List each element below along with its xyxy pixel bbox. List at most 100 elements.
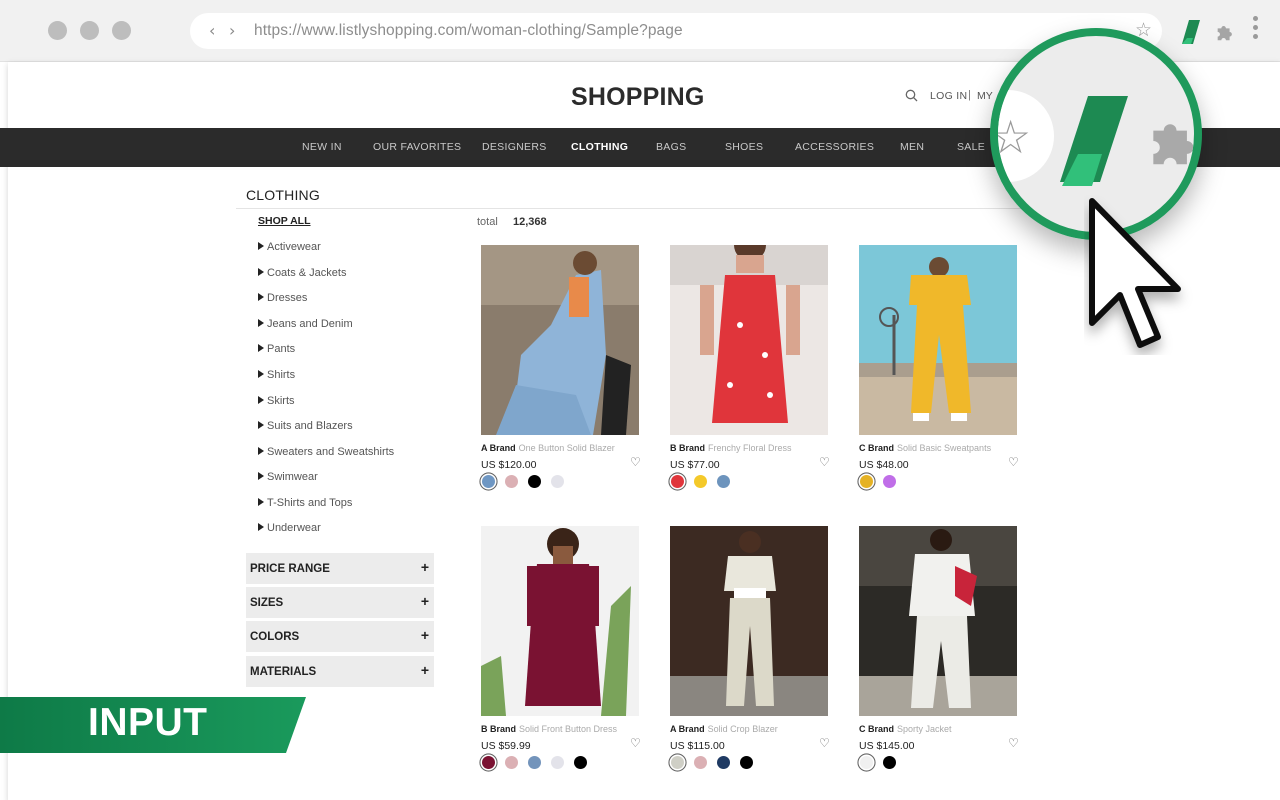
color-swatch[interactable]: [551, 475, 564, 488]
filter-materials[interactable]: MATERIALS +: [246, 656, 434, 687]
subcategory-coats-jackets[interactable]: Coats & Jackets: [258, 267, 346, 279]
extensions-puzzle-icon[interactable]: [1214, 21, 1236, 43]
color-swatch[interactable]: [883, 756, 896, 769]
subcategory-activewear[interactable]: Activewear: [258, 241, 321, 253]
color-swatch[interactable]: [860, 475, 873, 488]
nav-item-shoes[interactable]: SHOES: [725, 141, 763, 153]
color-swatch[interactable]: [671, 756, 684, 769]
color-swatch[interactable]: [505, 756, 518, 769]
nav-item-our-favorites[interactable]: OUR FAVORITES: [373, 141, 461, 153]
filter-price-range[interactable]: PRICE RANGE +: [246, 553, 434, 584]
nav-item-bags[interactable]: BAGS: [656, 141, 686, 153]
listly-extension-icon[interactable]: [1182, 20, 1200, 44]
url-text[interactable]: https://www.listlyshopping.com/woman-clo…: [254, 22, 683, 40]
color-swatches: [671, 756, 763, 769]
product-image[interactable]: [670, 526, 828, 716]
shop-all-link[interactable]: SHOP ALL: [258, 215, 311, 227]
filter-sizes[interactable]: SIZES +: [246, 587, 434, 618]
color-swatch[interactable]: [482, 475, 495, 488]
caret-right-icon: [258, 344, 264, 353]
color-swatch[interactable]: [551, 756, 564, 769]
nav-item-sale[interactable]: SALE: [957, 141, 985, 153]
wishlist-heart-icon[interactable]: ♡: [630, 736, 641, 750]
product-price: US $115.00: [670, 740, 725, 752]
product-image[interactable]: [670, 245, 828, 435]
product-title[interactable]: B Brand Solid Front Button Dress: [481, 724, 641, 734]
header-separator: |: [968, 89, 971, 101]
product-title[interactable]: C Brand Sporty Jacket: [859, 724, 1019, 734]
subcategory-dresses[interactable]: Dresses: [258, 292, 307, 304]
window-close-dot[interactable]: [48, 21, 67, 40]
subcategory-underwear[interactable]: Underwear: [258, 522, 321, 534]
color-swatch[interactable]: [860, 756, 873, 769]
product-image[interactable]: [481, 526, 639, 716]
color-swatch[interactable]: [694, 475, 707, 488]
caret-right-icon: [258, 293, 264, 302]
site-logo[interactable]: SHOPPING: [571, 83, 705, 112]
color-swatch[interactable]: [883, 475, 896, 488]
expand-plus-icon: +: [420, 662, 429, 678]
subcategory-sweaters[interactable]: Sweaters and Sweatshirts: [258, 446, 394, 458]
color-swatch[interactable]: [528, 756, 541, 769]
window-minimize-dot[interactable]: [80, 21, 99, 40]
nav-item-clothing[interactable]: CLOTHING: [571, 141, 628, 153]
color-swatch[interactable]: [694, 756, 707, 769]
nav-item-new-in[interactable]: NEW IN: [302, 141, 342, 153]
wishlist-heart-icon[interactable]: ♡: [1008, 736, 1019, 750]
wishlist-heart-icon[interactable]: ♡: [819, 736, 830, 750]
color-swatches: [671, 475, 740, 488]
color-swatch[interactable]: [671, 475, 684, 488]
subcategory-shirts[interactable]: Shirts: [258, 369, 295, 381]
color-swatch[interactable]: [717, 475, 730, 488]
total-label: total: [477, 216, 498, 228]
product-price: US $59.99: [481, 740, 531, 752]
color-swatch[interactable]: [717, 756, 730, 769]
forward-icon[interactable]: ›: [229, 21, 235, 40]
product-price: US $145.00: [859, 740, 915, 752]
address-bar[interactable]: ‹ › https://www.listlyshopping.com/woman…: [190, 13, 1162, 49]
subcategory-tshirts-tops[interactable]: T-Shirts and Tops: [258, 497, 352, 509]
expand-plus-icon: +: [420, 593, 429, 609]
back-icon[interactable]: ‹: [209, 21, 215, 40]
caret-right-icon: [258, 421, 264, 430]
subcategory-pants[interactable]: Pants: [258, 343, 295, 355]
category-title: CLOTHING: [246, 187, 320, 203]
caret-right-icon: [258, 447, 264, 456]
color-swatch[interactable]: [574, 756, 587, 769]
product-image[interactable]: [859, 245, 1017, 435]
color-swatch[interactable]: [528, 475, 541, 488]
color-swatches: [482, 475, 574, 488]
caret-right-icon: [258, 472, 264, 481]
subcategory-swimwear[interactable]: Swimwear: [258, 471, 318, 483]
wishlist-heart-icon[interactable]: ♡: [819, 455, 830, 469]
window-maximize-dot[interactable]: [112, 21, 131, 40]
subcategory-skirts[interactable]: Skirts: [258, 395, 295, 407]
product-image[interactable]: [481, 245, 639, 435]
wishlist-heart-icon[interactable]: ♡: [630, 455, 641, 469]
search-icon[interactable]: [905, 89, 918, 102]
color-swatch[interactable]: [740, 756, 753, 769]
product-price: US $48.00: [859, 459, 909, 471]
nav-item-accessories[interactable]: ACCESSORIES: [795, 141, 874, 153]
product-title[interactable]: C Brand Solid Basic Sweatpants: [859, 443, 1019, 453]
wishlist-heart-icon[interactable]: ♡: [1008, 455, 1019, 469]
product-price: US $120.00: [481, 459, 537, 471]
product-title[interactable]: A Brand Solid Crop Blazer: [670, 724, 830, 734]
product-image[interactable]: [859, 526, 1017, 716]
nav-item-designers[interactable]: DESIGNERS: [482, 141, 547, 153]
product-price: US $77.00: [670, 459, 720, 471]
browser-menu-icon[interactable]: [1252, 16, 1258, 46]
subcategory-suits-blazers[interactable]: Suits and Blazers: [258, 420, 353, 432]
product-title[interactable]: B Brand Frenchy Floral Dress: [670, 443, 830, 453]
color-swatch[interactable]: [482, 756, 495, 769]
input-banner-label: INPUT: [88, 701, 208, 744]
filter-colors[interactable]: COLORS +: [246, 621, 434, 652]
product-title[interactable]: A Brand One Button Solid Blazer: [481, 443, 641, 453]
caret-right-icon: [258, 319, 264, 328]
login-link[interactable]: LOG IN: [930, 90, 967, 102]
subcategory-jeans-denim[interactable]: Jeans and Denim: [258, 318, 353, 330]
color-swatch[interactable]: [505, 475, 518, 488]
my-account-link[interactable]: MY: [977, 90, 993, 102]
bookmark-star-icon: ☆: [990, 110, 1032, 164]
nav-item-men[interactable]: MEN: [900, 141, 924, 153]
